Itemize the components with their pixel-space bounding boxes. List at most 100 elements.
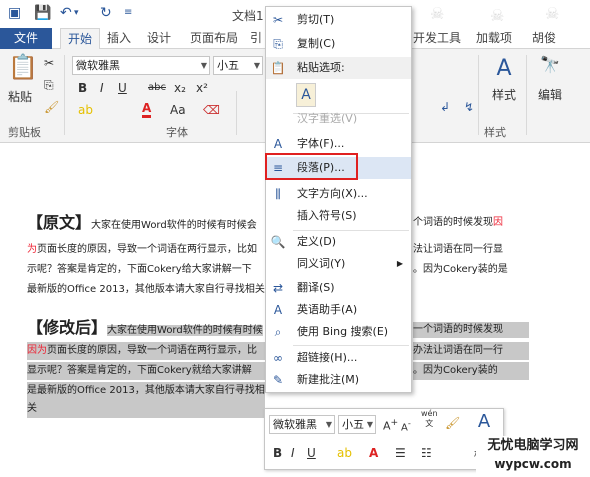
font-name-combo[interactable]: 微软雅黑 ▼ bbox=[72, 56, 210, 75]
underline-button[interactable]: U bbox=[118, 80, 127, 96]
text-run: 大家在使用Word软件的时候有时候 bbox=[107, 325, 263, 336]
copy-icon[interactable]: ⎘ bbox=[44, 77, 54, 93]
tab-design[interactable]: 设计 bbox=[142, 28, 176, 49]
mini-grow-font-icon[interactable]: A+ bbox=[383, 415, 398, 435]
paste-icon[interactable]: 📋 bbox=[8, 53, 38, 81]
mini-styles-icon[interactable]: A bbox=[471, 411, 497, 433]
text-line: 。因为Cokery装的 bbox=[413, 362, 529, 380]
english-assistant-icon: A bbox=[273, 303, 283, 317]
tab-insert[interactable]: 插入 bbox=[102, 28, 136, 49]
text-run: 法让词语在同一行显 bbox=[413, 244, 503, 255]
mini-font-name-combo[interactable]: 微软雅黑 ▼ bbox=[269, 415, 335, 434]
menu-item-label: 文字方向(X)... bbox=[297, 187, 368, 200]
highlight-icon[interactable]: ab bbox=[78, 102, 93, 118]
skull-decoration-icon: ☠ bbox=[490, 6, 505, 25]
font-size-combo[interactable]: 小五 ▼ bbox=[213, 56, 263, 75]
undo-icon[interactable]: ↶ bbox=[60, 4, 72, 22]
mini-font-size-combo[interactable]: 小五 ▼ bbox=[338, 415, 376, 434]
mini-format-painter-icon[interactable]: 🖌 bbox=[445, 415, 460, 431]
font-group-label: 字体 bbox=[166, 126, 188, 139]
text-run: 页面长度的原因，导致一个词语在两行显示，比如 bbox=[37, 244, 257, 255]
show-marks-icon[interactable]: ↲ bbox=[440, 99, 450, 115]
text-run: 因 bbox=[493, 217, 503, 228]
tab-page-layout[interactable]: 页面布局 bbox=[184, 28, 244, 49]
mini-highlight-icon[interactable]: ab bbox=[337, 445, 352, 461]
font-color-button[interactable]: A bbox=[142, 102, 152, 118]
menu-item-english-assistant[interactable]: A 英语助手(A) bbox=[266, 299, 411, 321]
text-run: 最新版的Office 2013，其他版本请大家自行寻找相关 bbox=[27, 284, 265, 295]
menu-item-font[interactable]: A 字体(F)... bbox=[266, 133, 411, 155]
menu-item-bing-search[interactable]: ⌕ 使用 Bing 搜索(E) bbox=[266, 321, 411, 343]
text-run: 显示呢？答案是肯定的，下面Cokery就给大家讲解 bbox=[27, 365, 252, 376]
strikethrough-button[interactable]: abc bbox=[148, 80, 166, 96]
menu-item-text-direction[interactable]: ⫼ 文字方向(X)... bbox=[266, 183, 411, 205]
format-painter-icon[interactable]: 🖌 bbox=[44, 99, 59, 115]
new-comment-icon: ✎ bbox=[272, 373, 284, 387]
text-run: 。因为Cokery装的 bbox=[413, 365, 498, 376]
text-run: 示呢？答案是肯定的，下面Cokery给大家讲解一下 bbox=[27, 264, 252, 275]
menu-item-label: 同义词(Y) bbox=[297, 257, 346, 270]
bing-search-icon: ⌕ bbox=[274, 325, 282, 339]
menu-item-paste-options: 📋 粘贴选项: bbox=[266, 57, 411, 79]
styles-icon[interactable]: A bbox=[490, 55, 518, 83]
skull-decoration-icon: ☠ bbox=[430, 4, 445, 23]
menu-item-insert-symbol[interactable]: 插入符号(S) bbox=[266, 205, 411, 227]
menu-item-label: 使用 Bing 搜索(E) bbox=[297, 325, 389, 338]
tab-home[interactable]: 开始 bbox=[60, 28, 100, 49]
editing-label[interactable]: 编辑 bbox=[534, 87, 566, 103]
change-case-button[interactable]: Aa bbox=[170, 102, 186, 118]
mini-bullets-icon[interactable]: ☰ bbox=[395, 445, 406, 461]
customize-toolbar-icon[interactable]: ≡ bbox=[124, 4, 132, 22]
text-run: 页面长度的原因，导致一个词语在两行显示，比 bbox=[47, 345, 257, 356]
paste-label[interactable]: 粘贴 bbox=[6, 89, 34, 105]
tab-file[interactable]: 文件 bbox=[0, 28, 52, 49]
styles-group-label: 样式 bbox=[484, 126, 506, 139]
menu-item-synonyms[interactable]: 同义词(Y) ▶ bbox=[266, 253, 411, 275]
italic-button[interactable]: I bbox=[100, 80, 104, 96]
user-name[interactable]: 胡俊 bbox=[522, 28, 566, 49]
mini-underline-button[interactable]: U bbox=[307, 445, 316, 461]
tab-addins[interactable]: 加载项 bbox=[472, 28, 516, 49]
text-line: 一个词语的时候发现 bbox=[413, 322, 529, 338]
menu-item-label: 新建批注(M) bbox=[297, 373, 360, 386]
mini-font-color-button[interactable]: A bbox=[369, 445, 378, 461]
menu-item-hyperlink[interactable]: ∞ 超链接(H)... bbox=[266, 347, 411, 369]
undo-dropdown-icon[interactable]: ▾ bbox=[74, 4, 79, 22]
menu-item-reconvert: 汉字重选(V) bbox=[266, 108, 411, 130]
superscript-button[interactable]: x² bbox=[196, 80, 208, 96]
menu-item-new-comment[interactable]: ✎ 新建批注(M) bbox=[266, 369, 411, 391]
word-logo-icon: ▣ bbox=[8, 5, 22, 21]
menu-item-define[interactable]: 🔍 定义(D) bbox=[266, 231, 411, 253]
text-run: 大家在使用Word软件的时候有时候会 bbox=[91, 220, 257, 231]
tab-developer[interactable]: 开发工具 bbox=[410, 28, 464, 49]
find-icon[interactable]: 🔭 bbox=[540, 57, 560, 73]
text-run: 。因为Cokery装的是 bbox=[413, 264, 508, 275]
bold-button[interactable]: B bbox=[78, 80, 87, 96]
menu-item-cut[interactable]: ✂ 剪切(T) bbox=[266, 9, 411, 31]
menu-item-translate[interactable]: ⇄ 翻译(S) bbox=[266, 277, 411, 299]
highlight-annotation-box bbox=[265, 153, 358, 180]
mini-numbering-icon[interactable]: ☷ bbox=[421, 445, 432, 461]
subscript-button[interactable]: x₂ bbox=[174, 80, 186, 96]
watermark-url: wypcw.com bbox=[494, 457, 572, 471]
copy-icon: ⎘ bbox=[273, 37, 283, 51]
save-icon[interactable]: 💾 bbox=[34, 4, 51, 22]
mini-italic-button[interactable]: I bbox=[291, 445, 295, 461]
text-line: 。因为Cokery装的是 bbox=[413, 260, 523, 280]
menu-item-copy[interactable]: ⎘ 复制(C) bbox=[266, 33, 411, 55]
group-divider bbox=[236, 91, 237, 135]
mini-shrink-font-icon[interactable]: A- bbox=[401, 415, 411, 436]
mini-toolbar: 微软雅黑▼ 小五▼ A+ A- wén文 🖌 A 样式 B I U ab A ☰… bbox=[264, 408, 504, 470]
sort-icon[interactable]: ↯ bbox=[464, 99, 474, 115]
define-icon: 🔍 bbox=[270, 235, 286, 249]
text-line: 个词语的时候发现因 bbox=[413, 213, 523, 233]
mini-phonetic-button[interactable]: wén 文 bbox=[421, 409, 438, 429]
tab-references[interactable]: 引 bbox=[248, 28, 264, 49]
mini-bold-button[interactable]: B bbox=[273, 445, 282, 461]
paste-keep-text-only-button[interactable]: A bbox=[296, 83, 316, 107]
cut-icon[interactable]: ✂ bbox=[44, 55, 54, 71]
clear-format-icon[interactable]: ⌫ bbox=[203, 102, 220, 118]
styles-label[interactable]: 样式 bbox=[486, 87, 522, 103]
menu-item-label: 插入符号(S) bbox=[297, 209, 357, 222]
redo-icon[interactable]: ↻ bbox=[100, 4, 112, 22]
